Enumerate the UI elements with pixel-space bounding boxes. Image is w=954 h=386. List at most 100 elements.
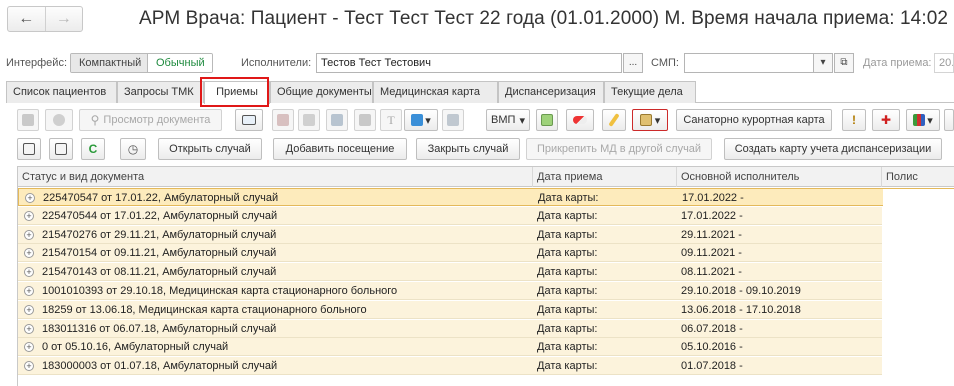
view-document-button[interactable]: ⚲ Просмотр документа [79, 109, 222, 131]
table-row[interactable]: +183011316 от 06.07.18, Амбулаторный слу… [18, 319, 954, 338]
column-header-date[interactable]: Дата приема [533, 167, 677, 187]
polis-cell [882, 357, 954, 376]
grid-plus-icon[interactable] [49, 138, 73, 160]
table-row[interactable]: +225470544 от 17.01.22, Амбулаторный слу… [18, 206, 954, 225]
search-icon: ⚲ [90, 113, 100, 127]
table-row[interactable]: +215470154 от 09.11.21, Амбулаторный слу… [18, 244, 954, 263]
reception-date-cell: Дата карты: [537, 285, 598, 297]
tab-bar: Список пациентов Запросы ТМК Приемы Общи… [6, 81, 954, 104]
expand-icon[interactable]: + [24, 248, 34, 259]
pen-icon[interactable] [602, 109, 626, 131]
chevron-down-icon[interactable]: ▾ [813, 53, 833, 73]
delete-icon[interactable] [17, 109, 39, 131]
expand-icon[interactable]: + [24, 229, 34, 240]
expand-icon[interactable]: + [24, 342, 34, 353]
column-header-polis[interactable]: Полис [882, 167, 954, 187]
table-row[interactable]: +215470143 от 08.11.21, Амбулаторный слу… [18, 263, 954, 282]
column-header-executor[interactable]: Основной исполнитель [677, 167, 882, 187]
refresh-icon[interactable]: C [81, 138, 105, 160]
clipboard-dropdown-button[interactable]: ▾ [632, 109, 668, 131]
table-header: Статус и вид документа Дата приема Основ… [18, 167, 954, 187]
warning-icon[interactable]: ! [842, 109, 866, 131]
grid-icon[interactable] [17, 138, 41, 160]
bandage-icon[interactable] [272, 109, 294, 131]
close-case-button[interactable]: Закрыть случай [416, 138, 520, 160]
create-dispensary-card-button[interactable]: Создать карту учета диспансеризации [724, 138, 942, 160]
forward-arrow-icon[interactable]: → [44, 7, 83, 31]
table-row[interactable]: +225470547 от 17.01.22, Амбулаторный слу… [18, 188, 954, 207]
document-green-icon[interactable] [536, 109, 558, 131]
stethoscope-icon[interactable] [298, 109, 320, 131]
card-icon[interactable] [235, 109, 263, 131]
document-cell: 18259 от 13.06.18, Медицинская карта ста… [42, 303, 367, 316]
polis-cell [882, 300, 954, 319]
tab-medical-card[interactable]: Медицинская карта [373, 81, 498, 103]
vmp-label: ВМП [491, 114, 516, 126]
add-visit-button[interactable]: Добавить посещение [273, 138, 407, 160]
clock-icon[interactable]: ◷ [120, 138, 146, 160]
document-cell: 1001010393 от 29.10.18, Медицинская карт… [42, 285, 398, 297]
spa-card-button[interactable]: Санаторно курортная карта [676, 109, 832, 131]
tab-tmk-requests[interactable]: Запросы ТМК [117, 81, 204, 103]
mode-normal-button[interactable]: Обычный [148, 54, 212, 72]
table-row[interactable]: +18259 от 13.06.18, Медицинская карта ст… [18, 300, 954, 319]
expand-icon[interactable]: + [24, 304, 34, 315]
polis-cell [882, 319, 954, 338]
interface-label: Интерфейс: [6, 57, 67, 69]
smp-input[interactable] [684, 53, 814, 73]
mode-compact-button[interactable]: Компактный [71, 54, 148, 72]
tab-dispensary[interactable]: Диспансеризация [498, 81, 604, 103]
back-arrow-icon[interactable]: ← [8, 7, 45, 31]
reception-date-cell: Дата карты: [537, 303, 598, 316]
view-document-label: Просмотр документа [103, 114, 211, 126]
executor-period-cell: 09.11.2021 - [681, 247, 742, 260]
attach-md-button[interactable]: Прикрепить МД в другой случай [526, 138, 712, 160]
expand-icon[interactable]: + [24, 267, 34, 278]
polis-cell [882, 225, 954, 244]
expand-icon[interactable]: + [24, 323, 34, 334]
more-icon[interactable] [944, 109, 954, 131]
tab-common-documents[interactable]: Общие документы [270, 81, 373, 103]
document-cell: 215470143 от 08.11.21, Амбулаторный случ… [42, 266, 277, 279]
person-icon[interactable] [354, 109, 376, 131]
open-form-icon[interactable]: ⧉ [834, 53, 854, 73]
polis-cell [882, 338, 954, 357]
document-cell: 183011316 от 06.07.18, Амбулаторный случ… [42, 322, 277, 335]
column-header-document[interactable]: Статус и вид документа [18, 167, 533, 187]
pill-icon[interactable] [566, 109, 594, 131]
history-icon[interactable] [45, 109, 73, 131]
document-cell: 183000003 от 01.07.18, Амбулаторный случ… [42, 360, 278, 373]
tab-patient-list[interactable]: Список пациентов [6, 81, 117, 103]
navigation-buttons: ← → [7, 6, 83, 32]
calculator-icon[interactable] [442, 109, 464, 131]
table-row[interactable]: +215470276 от 29.11.21, Амбулаторный слу… [18, 225, 954, 244]
tab-current-tasks[interactable]: Текущие дела [604, 81, 696, 103]
text-icon[interactable]: T [380, 109, 402, 131]
tablet-icon[interactable] [326, 109, 348, 131]
medical-cross-icon[interactable]: ✚ [872, 109, 900, 131]
table-row[interactable]: +183000003 от 01.07.18, Амбулаторный слу… [18, 357, 954, 376]
executor-period-cell: 17.01.2022 - [682, 192, 744, 204]
signal-dropdown-button[interactable]: ▾ [404, 109, 438, 131]
document-cell: 215470154 от 09.11.21, Амбулаторный случ… [42, 247, 277, 260]
reception-date-cell: Дата карты: [537, 247, 598, 260]
table-row[interactable]: +1001010393 от 29.10.18, Медицинская кар… [18, 282, 954, 300]
document-cell: 225470547 от 17.01.22, Амбулаторный случ… [43, 192, 279, 204]
table-row[interactable]: +0 от 05.10.16, Амбулаторный случай Дата … [18, 338, 954, 357]
smp-label: СМП: [651, 57, 679, 69]
expand-icon[interactable]: + [24, 286, 34, 296]
vmp-button[interactable]: ВМП ▾ [486, 109, 530, 131]
expand-icon[interactable]: + [24, 210, 34, 221]
polis-cell [882, 206, 954, 225]
open-case-button[interactable]: Открыть случай [158, 138, 262, 160]
document-cell: 215470276 от 29.11.21, Амбулаторный случ… [42, 228, 277, 241]
window-title: АРМ Врача: Пациент - Тест Тест Тест 22 г… [139, 8, 949, 29]
tab-highlight-frame [200, 77, 269, 107]
executors-select-button[interactable]: ... [623, 53, 643, 73]
chart-dropdown-button[interactable]: ▾ [906, 109, 940, 131]
executors-input[interactable]: Тестов Тест Тестович [316, 53, 622, 73]
expand-icon[interactable]: + [24, 361, 34, 372]
executor-period-cell: 01.07.2018 - [681, 360, 743, 373]
expand-icon[interactable]: + [25, 193, 35, 203]
reception-date-input[interactable]: 20. [934, 53, 954, 73]
